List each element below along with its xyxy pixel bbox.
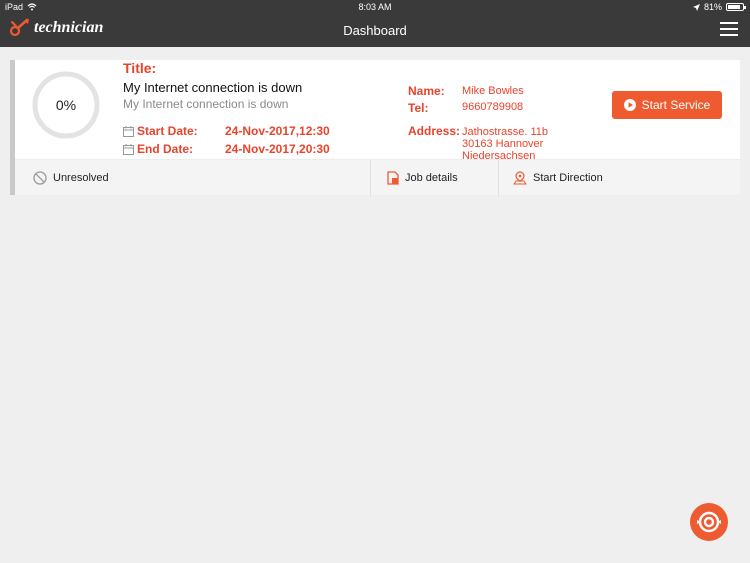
end-date-row: End Date: 24-Nov-2017,20:30 <box>123 142 330 156</box>
divider <box>498 160 499 196</box>
job-details-button[interactable]: Job details <box>387 160 458 196</box>
job-subtitle: My Internet connection is down <box>123 97 289 111</box>
tel-value[interactable]: 9660789908 <box>462 101 523 113</box>
nav-bar: technician Dashboard <box>0 14 750 47</box>
end-date-label: End Date: <box>137 142 194 156</box>
name-value: Mike Bowles <box>462 85 524 97</box>
battery-percent: 81% <box>703 2 722 12</box>
job-details-label: Job details <box>405 172 458 184</box>
name-label: Name: <box>408 84 445 98</box>
tel-label: Tel: <box>408 101 429 115</box>
calendar-icon <box>123 143 134 155</box>
menu-icon[interactable] <box>720 22 738 38</box>
job-card-footer: Unresolved Job details Start Direction <box>15 159 740 196</box>
progress-label: 0% <box>55 97 77 113</box>
play-icon <box>623 99 636 111</box>
address-line-2: 30163 Hannover <box>462 138 544 150</box>
end-date-value: 24-Nov-2017,20:30 <box>225 142 330 156</box>
page-title: Dashboard <box>343 23 407 38</box>
start-service-button[interactable]: Start Service <box>612 91 722 119</box>
divider <box>370 160 371 196</box>
status-label: Unresolved <box>53 172 109 184</box>
location-arrow-icon <box>692 3 700 11</box>
start-service-label: Start Service <box>641 98 711 112</box>
sync-icon <box>697 511 721 533</box>
calendar-icon <box>123 125 134 137</box>
battery-icon <box>726 3 746 11</box>
title-label: Title: <box>123 60 157 76</box>
status-unresolved[interactable]: Unresolved <box>33 160 109 196</box>
job-card[interactable]: 0% Title: My Internet connection is down… <box>10 60 740 196</box>
map-pin-icon <box>513 171 527 185</box>
address-label: Address: <box>408 124 461 138</box>
job-title: My Internet connection is down <box>123 80 303 95</box>
status-time: 8:03 AM <box>358 2 392 12</box>
status-bar: iPad 8:03 AM 81% <box>0 0 750 14</box>
address-line-1: Jathostrasse. 11b <box>462 126 549 138</box>
start-direction-label: Start Direction <box>533 172 603 184</box>
no-entry-icon <box>33 171 47 185</box>
start-date-value: 24-Nov-2017,12:30 <box>225 124 330 138</box>
sync-button[interactable] <box>690 503 728 541</box>
document-icon <box>387 171 399 185</box>
start-date-label: Start Date: <box>137 124 198 138</box>
start-date-row: Start Date: 24-Nov-2017,12:30 <box>123 124 330 138</box>
status-right: 81% <box>692 2 746 12</box>
start-direction-button[interactable]: Start Direction <box>513 160 603 196</box>
